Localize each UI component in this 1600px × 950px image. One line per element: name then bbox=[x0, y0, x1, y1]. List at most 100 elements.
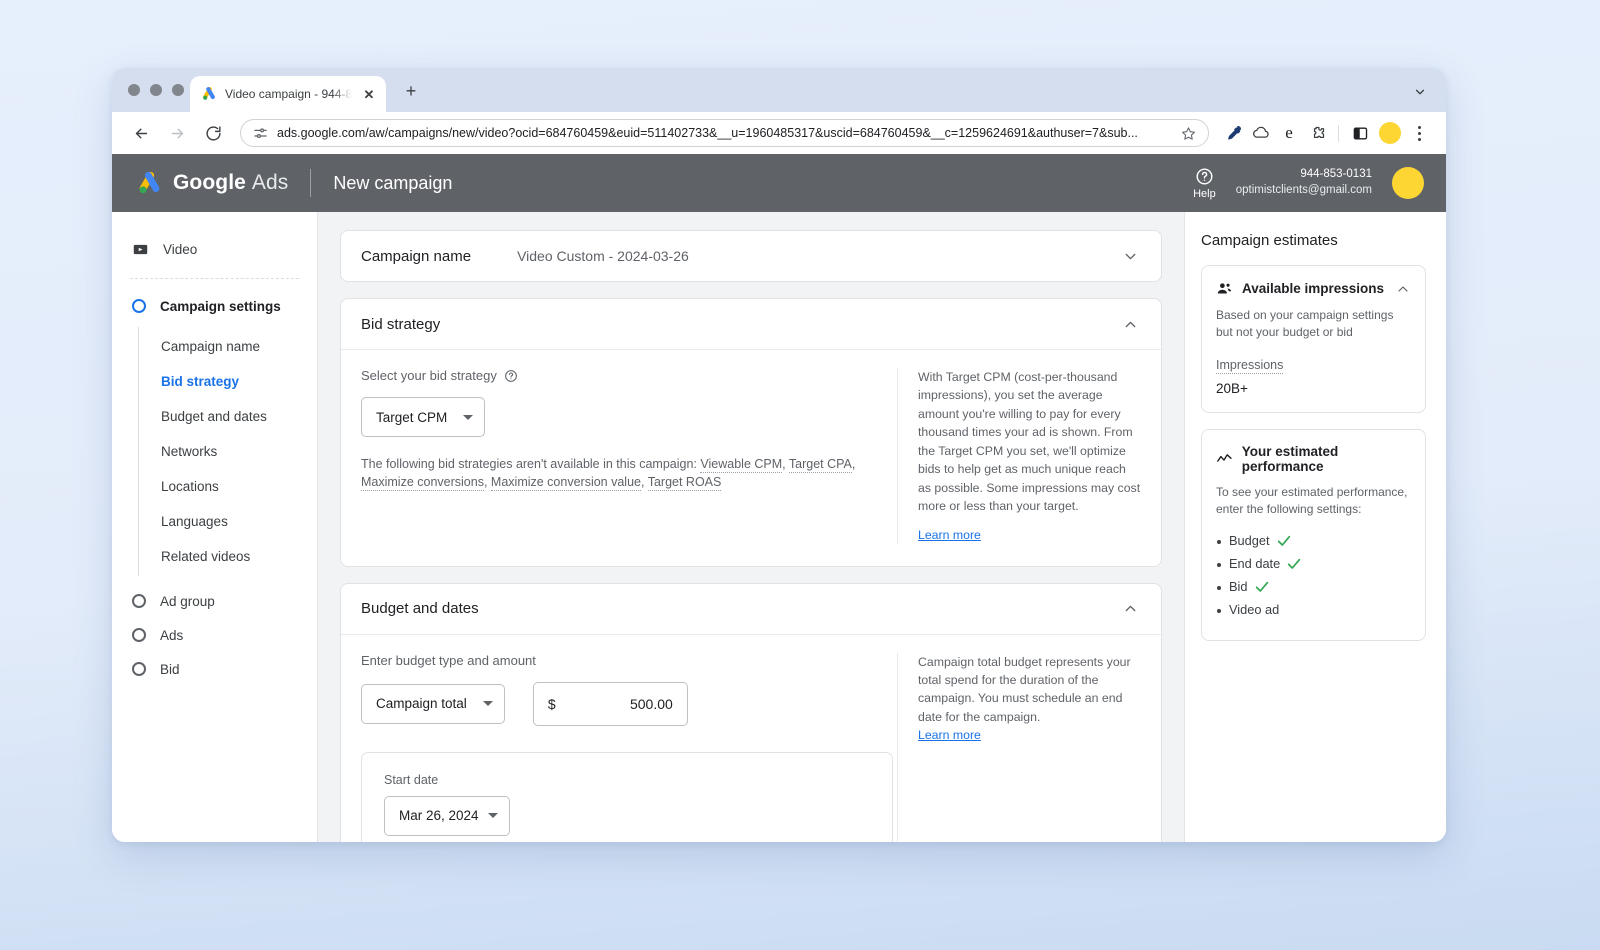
bid-strategy-card: Bid strategy Select your bid strategy Ta… bbox=[340, 298, 1162, 567]
start-date-dropdown[interactable]: Mar 26, 2024 bbox=[384, 795, 510, 836]
chevron-up-icon[interactable] bbox=[1395, 281, 1411, 297]
budget-row: Campaign total $ 500.00 bbox=[361, 681, 873, 726]
window-minimize-dot[interactable] bbox=[150, 84, 162, 96]
side-panel-icon[interactable] bbox=[1346, 119, 1374, 147]
available-impressions-subtitle: Based on your campaign settings but not … bbox=[1216, 308, 1394, 340]
budget-and-dates-card: Budget and dates Enter budget type and a… bbox=[340, 582, 1162, 842]
puzzle-extension-icon[interactable] bbox=[1303, 119, 1331, 147]
unavailable-strategy-viewable-cpm[interactable]: Viewable CPM bbox=[700, 457, 783, 473]
people-icon bbox=[1217, 283, 1232, 294]
back-button[interactable] bbox=[126, 118, 156, 148]
campaign-name-value: Video Custom - 2024-03-26 bbox=[517, 248, 689, 264]
budget-type-value: Campaign total bbox=[376, 696, 467, 711]
budget-and-dates-card-header[interactable]: Budget and dates bbox=[341, 584, 1161, 634]
site-settings-icon[interactable] bbox=[253, 126, 268, 141]
available-impressions-header[interactable]: Available impressions bbox=[1216, 280, 1411, 297]
browser-toolbar: ads.google.com/aw/campaigns/new/video?oc… bbox=[112, 112, 1446, 154]
chevron-up-icon[interactable] bbox=[1119, 598, 1141, 620]
check-icon bbox=[1276, 533, 1292, 549]
help-circle-icon[interactable] bbox=[504, 369, 518, 383]
new-tab-button[interactable]: + bbox=[398, 78, 424, 104]
header-right-cluster: Help 944-853-0131 optimistclients@gmail.… bbox=[1193, 167, 1446, 200]
budget-learn-more-link[interactable]: Learn more bbox=[918, 728, 981, 742]
chevron-up-icon[interactable] bbox=[1119, 313, 1141, 335]
help-label: Help bbox=[1193, 187, 1216, 200]
checklist-item-end-date: End date bbox=[1216, 556, 1411, 572]
sidebar-item-languages[interactable]: Languages bbox=[139, 504, 317, 539]
reload-button[interactable] bbox=[198, 118, 228, 148]
address-bar[interactable]: ads.google.com/aw/campaigns/new/video?oc… bbox=[240, 119, 1209, 147]
tab-list-chevron-down-icon[interactable] bbox=[1408, 80, 1432, 104]
estimated-performance-intro: To see your estimated performance, enter… bbox=[1216, 484, 1408, 517]
sidebar-item-bid-strategy[interactable]: Bid strategy bbox=[139, 364, 317, 399]
browser-tab-strip: Video campaign - 944-853-0 ✕ + bbox=[112, 68, 1446, 112]
unavailable-strategy-maximize-conversions[interactable]: Maximize conversions bbox=[361, 475, 484, 492]
address-bar-url: ads.google.com/aw/campaigns/new/video?oc… bbox=[277, 126, 1138, 140]
sidebar-item-locations[interactable]: Locations bbox=[139, 469, 317, 504]
sidebar-step-ad-group-label: Ad group bbox=[160, 593, 215, 609]
sidebar-item-networks-label: Networks bbox=[161, 444, 218, 459]
budget-help-text: Campaign total budget represents your to… bbox=[918, 654, 1131, 724]
google-ads-brand[interactable]: Google Ads bbox=[136, 170, 288, 197]
bid-strategy-card-header[interactable]: Bid strategy bbox=[341, 299, 1161, 349]
sidebar-item-networks[interactable]: Networks bbox=[139, 434, 317, 469]
sidebar-item-campaign-name-label: Campaign name bbox=[161, 339, 261, 354]
impressions-metric-label[interactable]: Impressions bbox=[1216, 358, 1284, 374]
bid-strategy-learn-more-link[interactable]: Learn more bbox=[918, 528, 981, 542]
unavailable-strategy-target-roas[interactable]: Target ROAS bbox=[647, 475, 722, 492]
step-circle-icon bbox=[132, 594, 146, 608]
bookmark-star-icon[interactable] bbox=[1178, 119, 1198, 147]
cloud-icon[interactable] bbox=[1247, 119, 1275, 147]
sidebar-item-related-videos[interactable]: Related videos bbox=[139, 539, 317, 574]
sidebar-step-ads[interactable]: Ads bbox=[112, 618, 317, 652]
window-close-dot[interactable] bbox=[128, 84, 140, 96]
chevron-down-icon bbox=[482, 701, 493, 706]
window-traffic-lights bbox=[128, 84, 184, 96]
edge-e-icon[interactable]: e bbox=[1275, 119, 1303, 147]
bid-strategy-dropdown[interactable]: Target CPM bbox=[361, 397, 486, 437]
browser-tab[interactable]: Video campaign - 944-853-0 ✕ bbox=[190, 76, 386, 112]
sidebar-item-video[interactable]: Video bbox=[112, 232, 317, 266]
campaign-name-card-header[interactable]: Campaign name Video Custom - 2024-03-26 bbox=[341, 231, 1161, 281]
sidebar-step-bid[interactable]: Bid bbox=[112, 652, 317, 686]
eyedropper-icon[interactable] bbox=[1219, 119, 1247, 147]
unavailable-strategy-target-cpa[interactable]: Target CPA bbox=[788, 457, 852, 473]
account-info[interactable]: 944-853-0131 optimistclients@gmail.com bbox=[1236, 167, 1372, 198]
bid-strategy-help-text: With Target CPM (cost-per-thousand impre… bbox=[918, 370, 1141, 514]
tab-close-icon[interactable]: ✕ bbox=[360, 85, 378, 103]
sidebar-step-ad-group[interactable]: Ad group bbox=[112, 584, 317, 618]
budget-amount-input[interactable]: $ 500.00 bbox=[532, 681, 688, 726]
estimated-performance-header: Your estimated performance bbox=[1216, 444, 1411, 474]
sidebar-item-campaign-name[interactable]: Campaign name bbox=[139, 329, 317, 364]
window-maximize-dot[interactable] bbox=[172, 84, 184, 96]
sidebar-step-campaign-settings[interactable]: Campaign settings bbox=[112, 289, 317, 323]
sidebar-subnav: Campaign name Bid strategy Budget and da… bbox=[138, 327, 317, 576]
header-divider bbox=[310, 169, 312, 197]
sidebar-step-bid-label: Bid bbox=[160, 661, 180, 677]
step-circle-icon bbox=[132, 628, 146, 642]
chevron-down-icon[interactable] bbox=[1119, 245, 1141, 267]
impressions-metric-value: 20B+ bbox=[1216, 380, 1248, 396]
campaign-form: Campaign name Video Custom - 2024-03-26 … bbox=[318, 212, 1184, 842]
sidebar-item-budget-and-dates[interactable]: Budget and dates bbox=[139, 399, 317, 434]
google-ads-app: Google Ads New campaign Help 944-853-013… bbox=[112, 154, 1446, 842]
browser-profile-avatar[interactable] bbox=[1379, 122, 1401, 144]
trend-line-icon bbox=[1217, 453, 1232, 462]
browser-menu-icon[interactable] bbox=[1406, 120, 1432, 146]
campaign-name-card[interactable]: Campaign name Video Custom - 2024-03-26 bbox=[340, 230, 1162, 282]
bid-strategy-help-panel: With Target CPM (cost-per-thousand impre… bbox=[897, 368, 1141, 544]
unavailable-strategies-note: The following bid strategies aren't avai… bbox=[361, 457, 856, 492]
help-circle-icon bbox=[1196, 168, 1213, 184]
account-id: 944-853-0131 bbox=[1300, 168, 1372, 181]
budget-type-dropdown[interactable]: Campaign total bbox=[361, 683, 505, 724]
campaign-name-title: Campaign name bbox=[361, 247, 472, 265]
sidebar-item-budget-and-dates-label: Budget and dates bbox=[161, 409, 267, 424]
unavailable-strategy-maximize-conversion-value[interactable]: Maximize conversion value bbox=[490, 475, 641, 492]
checklist-item-video-ad-label: Video ad bbox=[1229, 601, 1280, 617]
app-header: Google Ads New campaign Help 944-853-013… bbox=[112, 154, 1446, 212]
start-date-label: Start date bbox=[384, 772, 439, 787]
sidebar-item-related-videos-label: Related videos bbox=[161, 549, 251, 564]
avatar[interactable] bbox=[1392, 167, 1424, 199]
help-button[interactable]: Help bbox=[1193, 167, 1216, 200]
sidebar-item-bid-strategy-label: Bid strategy bbox=[161, 374, 240, 389]
